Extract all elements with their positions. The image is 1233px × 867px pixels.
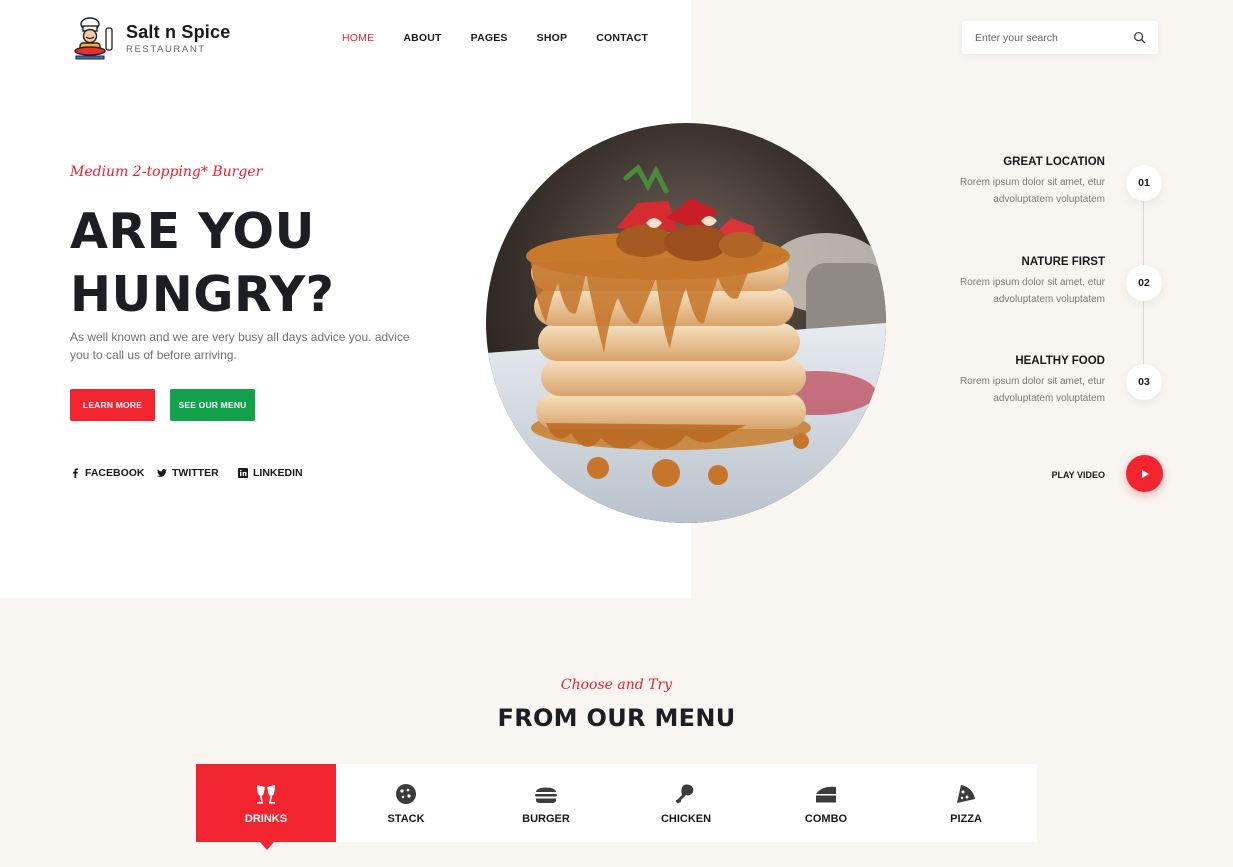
brand-name: Salt n Spice [126,21,231,42]
feature-nature-first: NATURE FIRST Rorem ipsum dolor sit amet,… [935,256,1105,308]
play-icon [1141,469,1149,478]
burger-icon [535,787,557,803]
menu-tab-label: STACK [387,812,425,825]
nav-item-shop[interactable]: SHOP [537,32,568,44]
menu-tab-burger[interactable]: BURGER [476,764,616,842]
menu-tab-pizza[interactable]: PIZZA [896,764,1036,842]
brand-subtitle: RESTAURANT [126,43,206,55]
menu-tab-drinks[interactable]: DRINKS [196,764,336,850]
nav-item-about[interactable]: ABOUT [403,32,441,44]
social-link-twitter[interactable]: TWITTER [157,467,219,479]
menu-tab-label: CHICKEN [660,812,712,825]
pizza-icon [957,784,975,803]
feature-number-badge: 03 [1126,364,1162,400]
menu-tab-label: DRINKS [244,812,288,825]
menu-subtitle: Choose and Try [560,677,673,693]
feature-text: Rorem ipsum dolor sit amet, etur advolup… [959,277,1105,305]
social-label: LINKEDIN [253,467,303,479]
chef-logo-icon [74,17,113,60]
menu-tab-stack[interactable]: STACK [336,764,476,842]
brand-logo[interactable]: Salt n Spice RESTAURANT [70,16,230,60]
feature-great-location: GREAT LOCATION Rorem ipsum dolor sit ame… [935,156,1105,208]
search-box [962,21,1158,54]
see-our-menu-button[interactable]: SEE OUR MENU [170,389,255,421]
search-icon[interactable] [1133,31,1146,44]
linkedin-icon [238,468,248,478]
hero-headline: ARE YOU HUNGRY? [70,200,430,326]
nav-item-contact[interactable]: CONTACT [596,32,648,44]
feature-title: HEALTHY FOOD [1015,355,1105,367]
play-video-label[interactable]: PLAY VIDEO [1051,470,1105,480]
hero-headline-line1: ARE YOU [70,203,315,260]
cake-slice-icon [816,786,836,802]
menu-tab-combo[interactable]: COMBO [756,764,896,842]
nav-item-home[interactable]: HOME [342,32,374,44]
feature-title: GREAT LOCATION [1003,156,1105,168]
feature-number-badge: 01 [1126,165,1162,201]
learn-more-button[interactable]: LEARN MORE [70,389,155,421]
menu-tab-label: BURGER [522,812,570,825]
nav-item-pages[interactable]: PAGES [471,32,508,44]
drinks-icon [257,784,275,804]
menu-title: FROM OUR MENU [497,704,736,732]
hero-tagline: Medium 2-topping* Burger [70,164,263,180]
feature-title: NATURE FIRST [1021,256,1105,268]
feature-number-badge: 02 [1126,265,1162,301]
twitter-icon [157,469,167,477]
chicken-leg-icon [675,783,694,803]
feature-text: Rorem ipsum dolor sit amet, etur advolup… [959,376,1105,404]
social-label: FACEBOOK [85,467,145,479]
pancake-stack-photo [486,123,886,523]
main-nav: HOME ABOUT PAGES SHOP CONTACT [342,32,677,44]
play-video-button[interactable] [1126,455,1163,492]
cookie-icon [396,783,416,804]
social-link-facebook[interactable]: FACEBOOK [70,467,145,479]
social-link-linkedin[interactable]: LINKEDIN [238,467,303,479]
hero-headline-line2: HUNGRY? [70,266,335,323]
facebook-icon [73,468,78,478]
menu-tab-label: PIZZA [950,812,982,825]
feature-text: Rorem ipsum dolor sit amet, etur advolup… [959,177,1105,205]
menu-tab-chicken[interactable]: CHICKEN [616,764,756,842]
search-input[interactable] [962,31,1122,44]
social-label: TWITTER [172,467,219,479]
menu-tab-label: COMBO [804,812,848,825]
feature-healthy-food: HEALTHY FOOD Rorem ipsum dolor sit amet,… [935,355,1105,407]
hero-lead-text: As well known and we are very busy all d… [70,330,410,362]
menu-category-tabs: DRINKS STACK BURGER CHICKEN COMBO PIZZA [196,764,1037,850]
